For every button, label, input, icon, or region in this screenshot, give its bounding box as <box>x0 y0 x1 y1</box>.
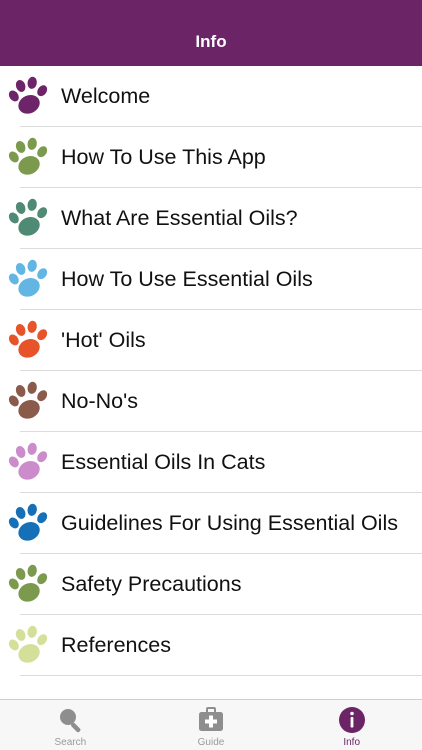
list-item-safety-precautions[interactable]: Safety Precautions <box>0 554 422 615</box>
info-icon <box>338 707 365 733</box>
list-item-no-nos[interactable]: No-No's <box>0 371 422 432</box>
list-item-label: 'Hot' Oils <box>61 328 146 352</box>
list-item-welcome[interactable]: Welcome <box>0 66 422 127</box>
tab-search[interactable]: Search <box>0 700 141 750</box>
info-list: Welcome How To Use This App What Are Ess… <box>0 66 422 676</box>
paw-icon <box>6 563 50 607</box>
list-item-references[interactable]: References <box>0 615 422 676</box>
page-title: Info <box>195 32 227 51</box>
list-item-label: What Are Essential Oils? <box>61 206 298 230</box>
paw-icon <box>6 624 50 668</box>
paw-icon <box>6 197 50 241</box>
paw-icon <box>6 319 50 363</box>
navigation-bar: Info <box>0 0 422 66</box>
paw-icon <box>6 441 50 485</box>
tab-label: Guide <box>197 737 225 748</box>
tab-guide[interactable]: Guide <box>141 700 282 750</box>
list-item-what-are-essential-oils[interactable]: What Are Essential Oils? <box>0 188 422 249</box>
tab-info[interactable]: Info <box>281 700 422 750</box>
list-item-label: How To Use This App <box>61 145 266 169</box>
list-item-hot-oils[interactable]: 'Hot' Oils <box>0 310 422 371</box>
list-item-how-to-use-app[interactable]: How To Use This App <box>0 127 422 188</box>
search-icon <box>60 709 81 733</box>
paw-icon <box>6 502 50 546</box>
list-item-essential-oils-in-cats[interactable]: Essential Oils In Cats <box>0 432 422 493</box>
list-item-label: How To Use Essential Oils <box>61 267 313 291</box>
tab-label: Info <box>343 737 361 748</box>
tab-bar: Search Guide Info <box>0 699 422 750</box>
paw-icon <box>6 380 50 424</box>
list-item-label: Guidelines For Using Essential Oils <box>61 511 398 535</box>
tab-label: Search <box>54 737 87 748</box>
list-item-label: No-No's <box>61 389 138 413</box>
paw-icon <box>6 258 50 302</box>
medical-kit-icon <box>199 707 223 731</box>
list-item-label: Essential Oils In Cats <box>61 450 266 474</box>
paw-icon <box>6 136 50 180</box>
paw-icon <box>6 75 50 119</box>
list-item-how-to-use-essential-oils[interactable]: How To Use Essential Oils <box>0 249 422 310</box>
list-item-label: Safety Precautions <box>61 572 242 596</box>
list-item-label: Welcome <box>61 84 151 108</box>
list-item-guidelines[interactable]: Guidelines For Using Essential Oils <box>0 493 422 554</box>
list-item-label: References <box>61 633 171 657</box>
